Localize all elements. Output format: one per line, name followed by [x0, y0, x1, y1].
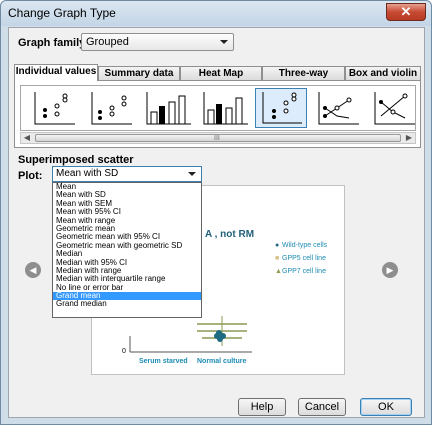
option-geometric-mean[interactable]: Geometric mean	[53, 225, 201, 233]
option-geometric-mean-95-ci[interactable]: Geometric mean with 95% CI	[53, 233, 201, 241]
tab-box-and-violin[interactable]: Box and violin	[345, 66, 421, 80]
graph-family-label: Graph family:	[18, 37, 89, 49]
scrollbar-grip: III	[214, 135, 220, 142]
chevron-down-icon	[220, 40, 228, 44]
thumbnail-bar-scatter-1[interactable]	[141, 88, 193, 128]
option-median-iqr[interactable]: Median with interquartile range	[53, 275, 201, 283]
plot-select[interactable]: Mean with SD	[52, 166, 202, 182]
preview-x-label-serum-starved: Serum starved	[139, 358, 188, 365]
scroll-right-icon[interactable]: ▶	[403, 133, 415, 143]
bar-scatter-2-thumbnail-icon	[203, 92, 248, 125]
next-graph-icon[interactable]: ▶	[382, 262, 398, 278]
tab-summary-data[interactable]: Summary data	[98, 66, 180, 80]
connected-2-thumbnail-icon	[374, 92, 415, 125]
thumbnail-scatter-1[interactable]	[27, 88, 79, 128]
thumbnail-connected-1[interactable]	[311, 88, 363, 128]
window-title: Change Graph Type	[8, 6, 116, 20]
option-mean-with-95-ci[interactable]: Mean with 95% CI	[53, 208, 201, 216]
thumbnail-connected-2[interactable]	[367, 88, 415, 128]
option-grand-mean[interactable]: Grand mean	[53, 292, 201, 301]
scroll-left-icon[interactable]: ◀	[21, 133, 33, 143]
graph-type-tabs: Individual values Summary data Heat Map …	[14, 64, 421, 81]
thumbnail-scatter-2[interactable]	[84, 88, 136, 128]
previous-graph-icon[interactable]: ◀	[25, 262, 41, 278]
plot-options-dropdown[interactable]: Mean Mean with SD Mean with SEM Mean wit…	[52, 182, 202, 318]
tab-heat-map[interactable]: Heat Map	[180, 66, 262, 80]
option-geometric-mean-geometric-sd[interactable]: Geometric mean with geometric SD	[53, 242, 201, 250]
title-bar: Change Graph Type ✕	[1, 1, 431, 26]
graph-family-select[interactable]: Grouped	[81, 33, 234, 51]
thumbnail-scatter-selected[interactable]	[255, 88, 307, 128]
tab-panel-individual-values: ◀ III ▶	[14, 80, 421, 148]
help-button[interactable]: Help	[238, 398, 286, 416]
scrollbar-thumb[interactable]: III	[35, 134, 401, 142]
close-button[interactable]: ✕	[386, 3, 426, 21]
chevron-down-icon	[188, 172, 196, 176]
bar-scatter-thumbnail-icon	[146, 92, 191, 125]
option-median-with-range[interactable]: Median with range	[53, 267, 201, 275]
thumbnail-bar-scatter-2[interactable]	[198, 88, 250, 128]
superimposed-scatter-heading: Superimposed scatter	[18, 154, 134, 166]
scatter-thumbnail-icon	[34, 92, 75, 125]
graph-type-thumbnails	[20, 85, 416, 131]
scatter-bar-thumbnail-icon	[91, 92, 132, 125]
thumbnail-scrollbar[interactable]: ◀ III ▶	[20, 132, 416, 144]
change-graph-type-dialog: Change Graph Type ✕ Graph family: Groupe…	[0, 0, 432, 425]
tab-individual-values[interactable]: Individual values	[14, 64, 98, 81]
option-median[interactable]: Median	[53, 250, 201, 258]
ok-button[interactable]: OK	[360, 398, 412, 416]
option-grand-median[interactable]: Grand median	[53, 300, 201, 308]
option-median-95-ci[interactable]: Median with 95% CI	[53, 259, 201, 267]
option-mean-with-sem[interactable]: Mean with SEM	[53, 200, 201, 208]
connected-thumbnail-icon	[318, 92, 359, 125]
option-mean[interactable]: Mean	[53, 183, 201, 191]
plot-select-value: Mean with SD	[56, 168, 119, 179]
option-mean-with-range[interactable]: Mean with range	[53, 217, 201, 225]
dialog-body: Graph family: Grouped Individual values …	[8, 27, 425, 418]
option-mean-with-sd[interactable]: Mean with SD	[53, 191, 201, 199]
scatter-selected-thumbnail-icon	[262, 92, 302, 124]
cancel-button[interactable]: Cancel	[298, 398, 346, 416]
preview-x-label-normal-culture: Normal culture	[197, 358, 247, 365]
graph-family-value: Grouped	[86, 36, 129, 48]
preview-zero-label: 0	[122, 348, 126, 355]
plot-label: Plot:	[18, 170, 43, 182]
tab-three-way[interactable]: Three-way	[262, 66, 345, 80]
option-no-line-or-error-bar[interactable]: No line or error bar	[53, 284, 201, 292]
